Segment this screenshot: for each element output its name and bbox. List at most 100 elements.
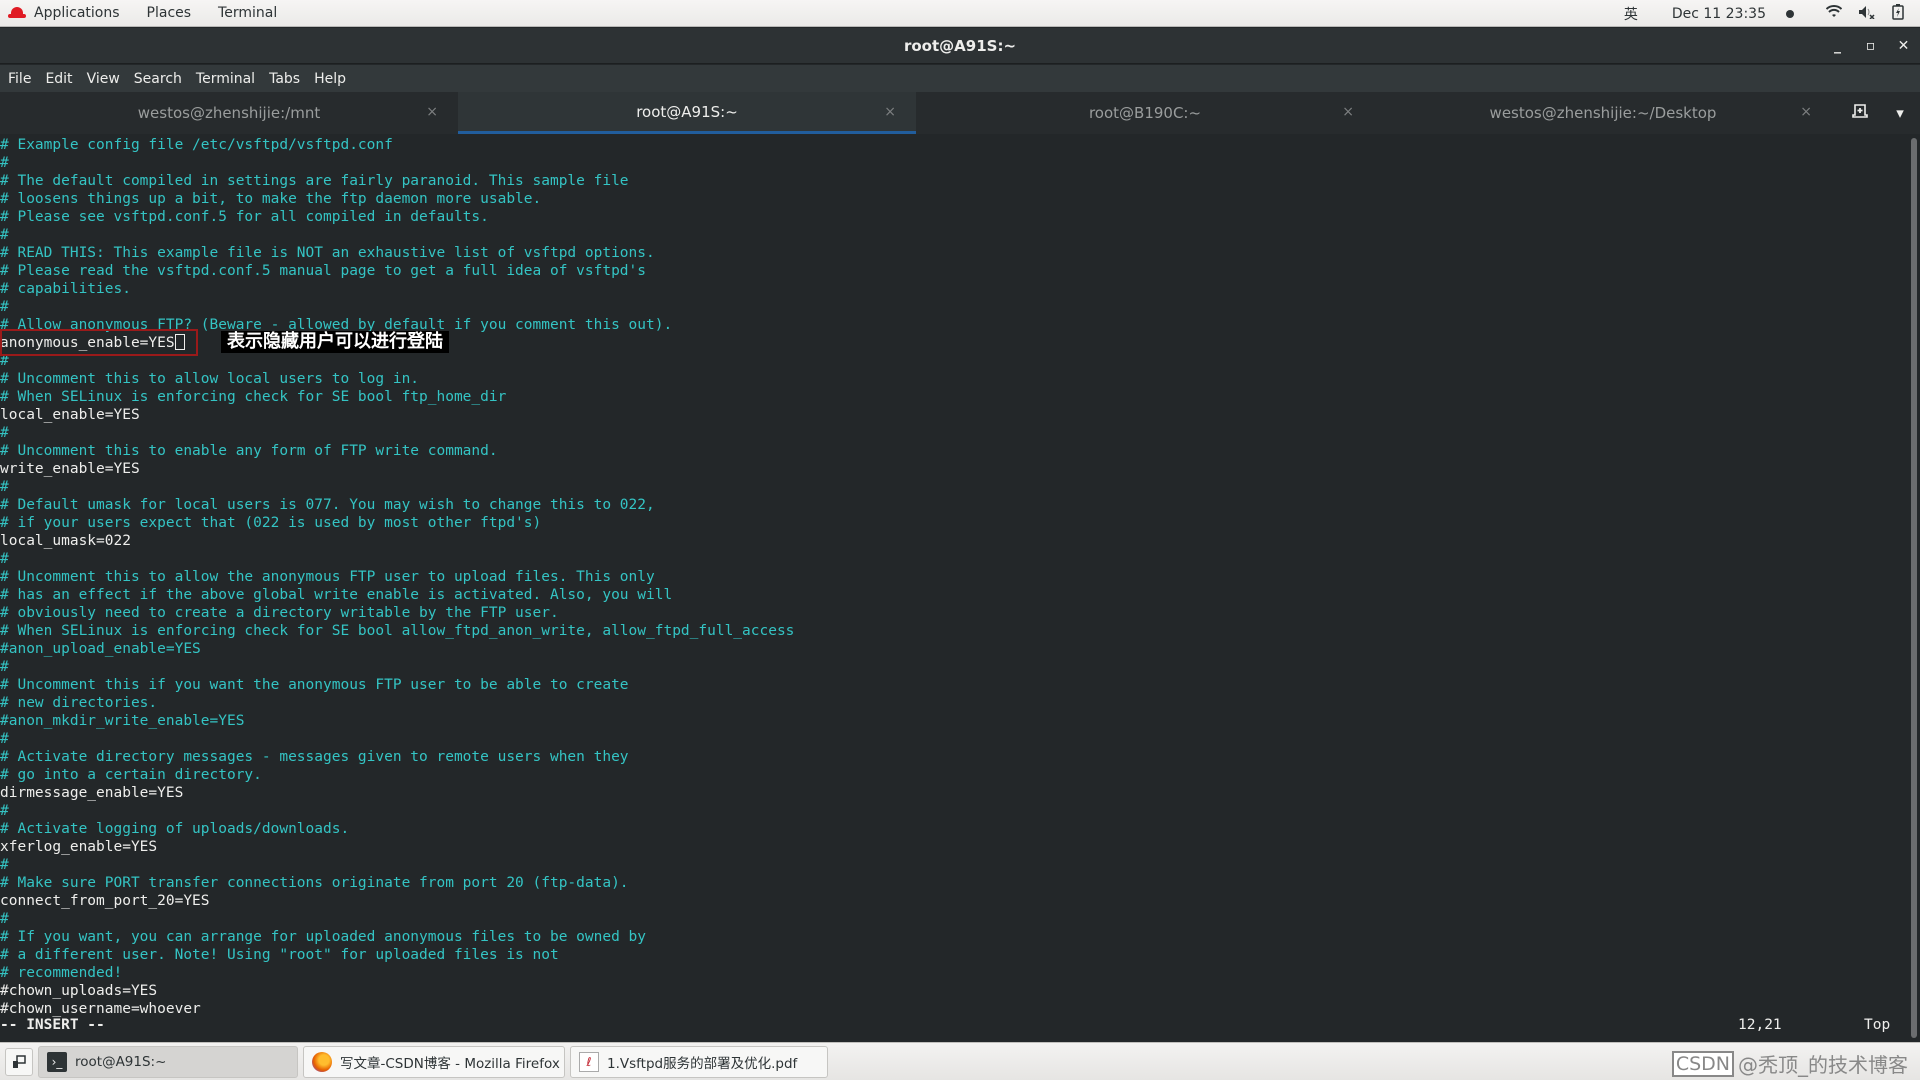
tab-root-b190c[interactable]: root@B190C:~ × — [916, 92, 1374, 134]
menu-edit[interactable]: Edit — [45, 71, 72, 87]
vim-status-line: -- INSERT -- 12,21 Top — [0, 1016, 1908, 1034]
editor-line: # — [0, 154, 1908, 172]
menu-terminal[interactable]: Terminal — [196, 71, 255, 87]
task-label: 1.Vsftpd服务的部署及优化.pdf — [607, 1055, 798, 1072]
editor-line: # go into a certain directory. — [0, 766, 1908, 784]
line-text: # Please see vsftpd.conf.5 for all compi… — [0, 209, 489, 225]
places-menu[interactable]: Places — [147, 5, 192, 21]
line-text: #anon_upload_enable=YES — [0, 641, 201, 657]
editor-line: # — [0, 658, 1908, 676]
task-label: 写文章-CSDN博客 - Mozilla Firefox — [340, 1055, 560, 1072]
line-text: # — [0, 155, 9, 171]
line-text: # a different user. Note! Using "root" f… — [0, 947, 559, 963]
input-method-indicator[interactable]: 英 — [1624, 4, 1638, 24]
line-text: # When SELinux is enforcing check for SE… — [0, 623, 795, 639]
editor-line: local_umask=022 — [0, 532, 1908, 550]
task-firefox[interactable]: 写文章-CSDN博客 - Mozilla Firefox — [303, 1045, 565, 1078]
menu-search[interactable]: Search — [134, 71, 182, 87]
notification-dot-icon — [1786, 9, 1794, 18]
tabs-menu-button[interactable]: ▾ — [1880, 104, 1920, 122]
maximize-button[interactable]: ▫ — [1854, 38, 1887, 54]
line-text: # loosens things up a bit, to make the f… — [0, 191, 542, 207]
scrollbar-thumb[interactable] — [1911, 138, 1917, 1038]
editor-line: # Uncomment this to allow local users to… — [0, 370, 1908, 388]
line-text: # Uncomment this to allow local users to… — [0, 371, 420, 387]
line-text: #chown_uploads=YES — [0, 983, 158, 999]
minimize-button[interactable]: _ — [1821, 38, 1854, 54]
editor-line: # obviously need to create a directory w… — [0, 604, 1908, 622]
line-text: # Activate logging of uploads/downloads. — [0, 821, 350, 837]
tab-root-a91s[interactable]: root@A91S:~ × — [458, 92, 916, 134]
window-title-bar[interactable]: root@A91S:~ _ ▫ ✕ — [0, 28, 1920, 64]
volume-muted-icon[interactable] — [1858, 5, 1876, 23]
line-text: # Activate directory messages - messages… — [0, 749, 629, 765]
close-button[interactable]: ✕ — [1887, 38, 1920, 54]
editor-line: # loosens things up a bit, to make the f… — [0, 190, 1908, 208]
line-text: # When SELinux is enforcing check for SE… — [0, 389, 507, 405]
editor-line: # Uncomment this if you want the anonymo… — [0, 676, 1908, 694]
menu-tabs[interactable]: Tabs — [269, 71, 300, 87]
new-tab-button[interactable] — [1840, 104, 1880, 122]
line-text: # Example config file /etc/vsftpd/vsftpd… — [0, 137, 393, 153]
editor-line: # The default compiled in settings are f… — [0, 172, 1908, 190]
terminal-view[interactable]: # Example config file /etc/vsftpd/vsftpd… — [0, 136, 1908, 1042]
tab-label: westos@zhenshijie:/mnt — [137, 104, 321, 122]
editor-line: # has an effect if the above global writ… — [0, 586, 1908, 604]
applications-menu[interactable]: Applications — [34, 5, 120, 21]
line-text: # — [0, 425, 9, 441]
tab-westos-desktop[interactable]: westos@zhenshijie:~/Desktop × — [1374, 92, 1832, 134]
datetime-text: Dec 11 23:35 — [1671, 5, 1766, 22]
line-text: # Uncomment this to enable any form of F… — [0, 443, 498, 459]
editor-line: connect_from_port_20=YES — [0, 892, 1908, 910]
editor-line: xferlog_enable=YES — [0, 838, 1908, 856]
task-pdf[interactable]: ℓ 1.Vsftpd服务的部署及优化.pdf — [570, 1045, 828, 1078]
editor-line: # capabilities. — [0, 280, 1908, 298]
tab-label: root@A91S:~ — [636, 102, 738, 121]
line-text: # Please read the vsftpd.conf.5 manual p… — [0, 263, 647, 279]
menu-help[interactable]: Help — [314, 71, 346, 87]
annotation-label: 表示隐藏用户可以进行登陆 — [221, 331, 449, 353]
line-text: # — [0, 659, 9, 675]
editor-line: # — [0, 226, 1908, 244]
line-text: # go into a certain directory. — [0, 767, 262, 783]
editor-line: # If you want, you can arrange for uploa… — [0, 928, 1908, 946]
line-text: # obviously need to create a directory w… — [0, 605, 559, 621]
clock[interactable]: Dec 11 23:35 — [1672, 6, 1810, 22]
terminal-app-menu[interactable]: Terminal — [218, 5, 277, 21]
line-text: # recommended! — [0, 965, 123, 981]
editor-line: # new directories. — [0, 694, 1908, 712]
editor-line: #anon_mkdir_write_enable=YES — [0, 712, 1908, 730]
editor-line: # — [0, 550, 1908, 568]
highlight-box — [0, 329, 198, 356]
scrollbar[interactable] — [1908, 136, 1920, 1042]
editor-line: #chown_uploads=YES — [0, 982, 1908, 1000]
task-terminal[interactable]: ›_ root@A91S:~ — [38, 1045, 298, 1078]
tab-close-icon[interactable]: × — [1800, 104, 1812, 120]
editor-line: # if your users expect that (022 is used… — [0, 514, 1908, 532]
line-text: connect_from_port_20=YES — [0, 893, 210, 909]
line-text: # new directories. — [0, 695, 158, 711]
show-desktop-button[interactable] — [5, 1047, 33, 1076]
line-text: # — [0, 479, 9, 495]
wifi-icon[interactable] — [1825, 4, 1843, 23]
line-text: # Default umask for local users is 077. … — [0, 497, 655, 513]
line-text: #anon_mkdir_write_enable=YES — [0, 713, 245, 729]
tab-close-icon[interactable]: × — [426, 104, 438, 120]
editor-line: # — [0, 802, 1908, 820]
tab-westos-mnt[interactable]: westos@zhenshijie:/mnt × — [0, 92, 458, 134]
editor-line: # Make sure PORT transfer connections or… — [0, 874, 1908, 892]
tab-label: root@B190C:~ — [1088, 104, 1202, 122]
tab-close-icon[interactable]: × — [1342, 104, 1354, 120]
tab-close-icon[interactable]: × — [884, 104, 896, 120]
editor-line: # Uncomment this to enable any form of F… — [0, 442, 1908, 460]
line-text: # — [0, 857, 9, 873]
menu-file[interactable]: File — [8, 71, 31, 87]
tab-label: westos@zhenshijie:~/Desktop — [1489, 104, 1717, 122]
editor-line: # — [0, 910, 1908, 928]
editor-line: #anon_upload_enable=YES — [0, 640, 1908, 658]
line-text: # — [0, 299, 9, 315]
menu-view[interactable]: View — [87, 71, 120, 87]
battery-charging-icon[interactable] — [1892, 3, 1904, 24]
task-label: root@A91S:~ — [75, 1053, 167, 1070]
editor-line: # — [0, 352, 1908, 370]
